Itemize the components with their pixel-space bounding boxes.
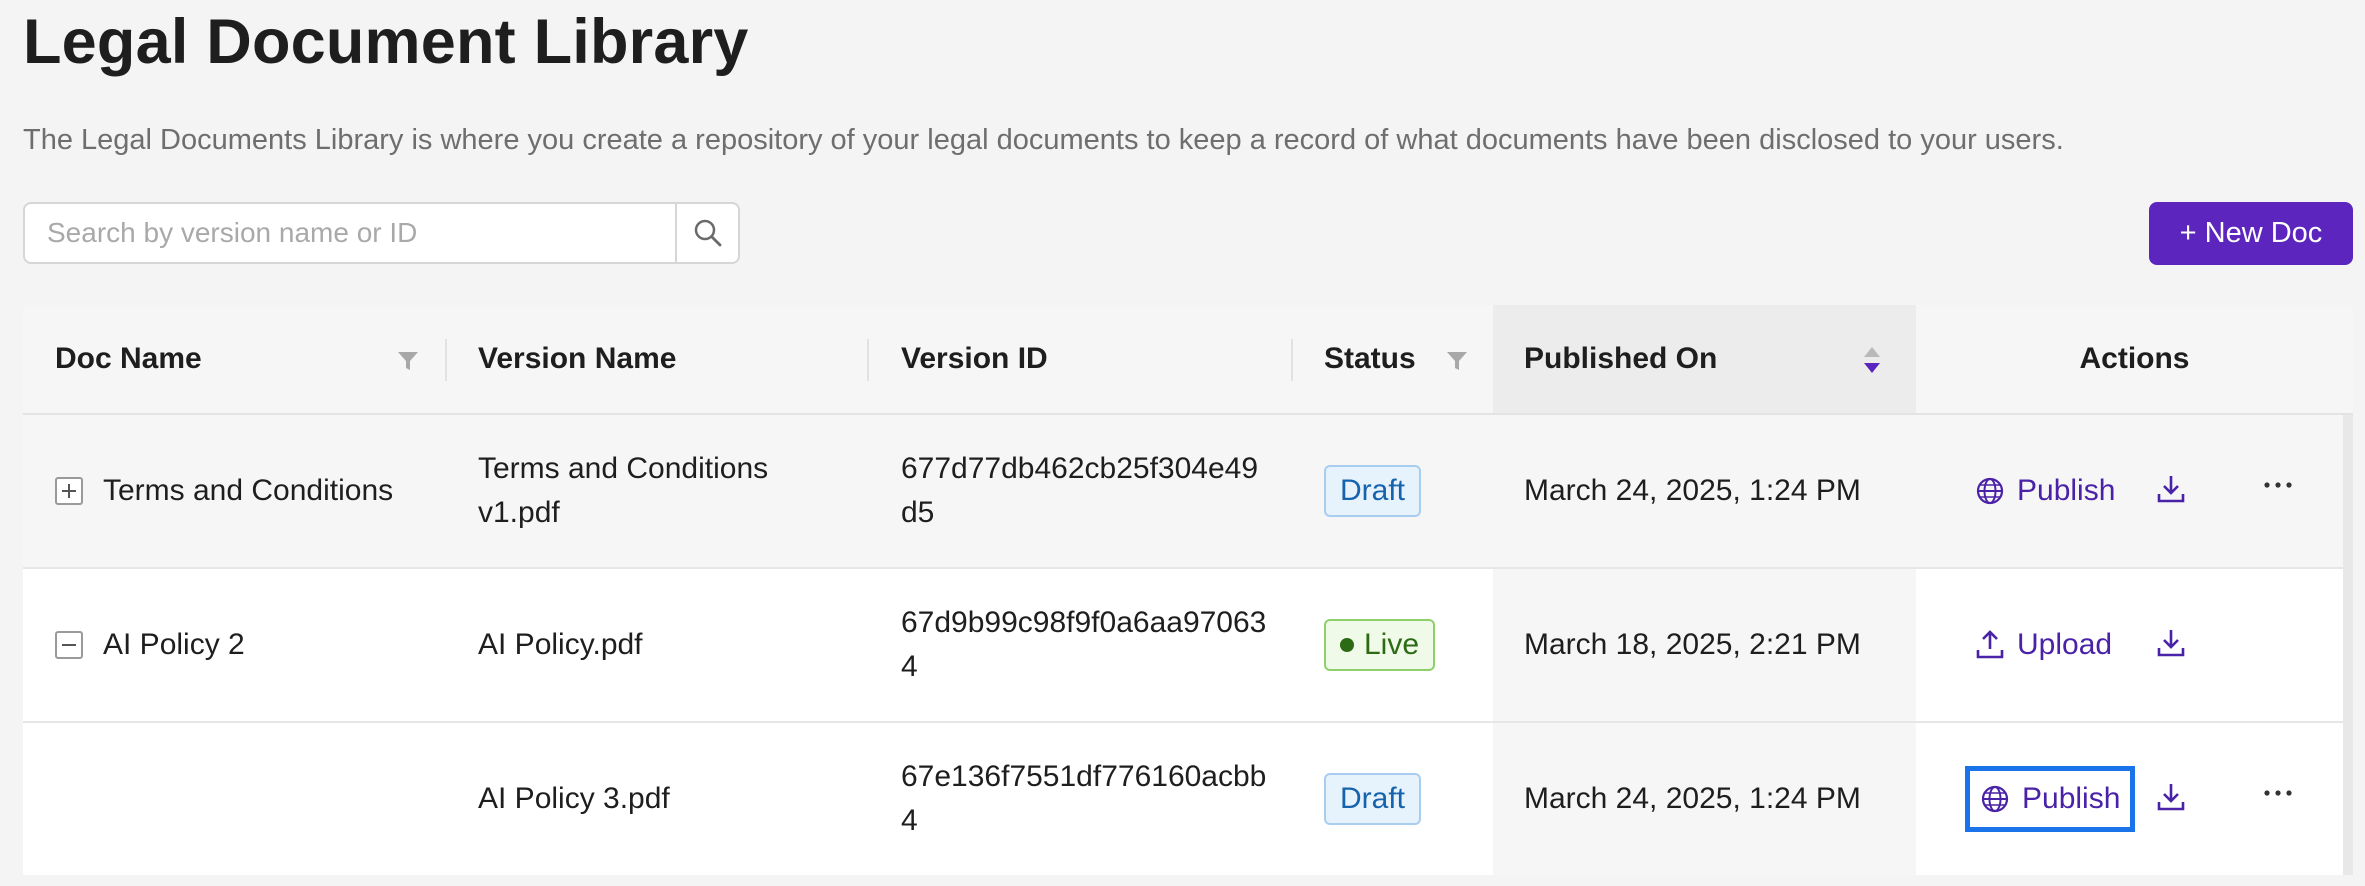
- status-badge: Draft: [1324, 773, 1422, 825]
- more-icon: [2264, 790, 2292, 796]
- column-separator[interactable]: [1291, 339, 1293, 381]
- search-box: [23, 202, 740, 264]
- vertical-scrollbar[interactable]: [2343, 415, 2353, 875]
- col-actions: Actions: [2079, 342, 2190, 375]
- version-id-cont: d5: [901, 496, 935, 529]
- col-version-id: Version ID: [901, 342, 1048, 375]
- version-id: 67e136f7551df776160acbb: [901, 760, 1267, 793]
- version-name-cont: v1.pdf: [478, 496, 560, 529]
- page-title: Legal Document Library: [23, 7, 749, 77]
- doc-name: Terms and Conditions: [103, 474, 394, 507]
- more-button[interactable]: [2263, 789, 2293, 797]
- search-input[interactable]: [25, 204, 675, 262]
- doc-name: AI Policy 2: [103, 628, 245, 661]
- table-row: Terms and Conditions Terms and Condition…: [23, 415, 2343, 569]
- download-icon: [2157, 630, 2185, 657]
- more-button[interactable]: [2263, 481, 2293, 489]
- status-badge: Draft: [1324, 465, 1422, 517]
- sort-icon[interactable]: [1862, 345, 1882, 375]
- status-label: Live: [1364, 628, 1420, 661]
- download-icon: [2157, 784, 2185, 811]
- publish-label: Publish: [2022, 782, 2121, 815]
- publish-button[interactable]: Publish: [1975, 462, 2115, 520]
- filter-icon[interactable]: [397, 350, 419, 372]
- col-version-name: Version Name: [478, 342, 677, 375]
- version-id: 677d77db462cb25f304e49: [901, 452, 1259, 485]
- version-name: AI Policy 3.pdf: [478, 782, 670, 815]
- published-on: March 18, 2025, 2:21 PM: [1524, 628, 1861, 661]
- published-on: March 24, 2025, 1:24 PM: [1524, 782, 1861, 815]
- new-doc-button[interactable]: + New Doc: [2149, 202, 2353, 265]
- page-description: The Legal Documents Library is where you…: [23, 124, 2064, 156]
- download-button[interactable]: [2156, 473, 2186, 505]
- globe-icon: [1981, 785, 2009, 813]
- upload-button[interactable]: Upload: [1975, 616, 2112, 674]
- col-status: Status: [1324, 342, 1416, 375]
- col-published-on: Published On: [1524, 342, 1718, 375]
- minus-icon: [62, 644, 76, 646]
- column-separator[interactable]: [867, 339, 869, 381]
- collapse-button[interactable]: [55, 631, 83, 659]
- version-name: AI Policy.pdf: [478, 628, 643, 661]
- expand-button[interactable]: [55, 477, 83, 505]
- download-button[interactable]: [2156, 781, 2186, 813]
- publish-label: Publish: [2017, 474, 2116, 507]
- table-header: Doc Name Version Name Version ID Status …: [23, 305, 2353, 415]
- download-icon: [2157, 476, 2185, 503]
- download-button[interactable]: [2156, 627, 2186, 659]
- plus-icon: [62, 484, 76, 498]
- filter-icon[interactable]: [1446, 350, 1468, 372]
- table-row: AI Policy 2 AI Policy.pdf 67d9b99c98f9f0…: [23, 569, 2343, 723]
- status-badge: Live: [1324, 619, 1436, 671]
- published-on: March 24, 2025, 1:24 PM: [1524, 474, 1861, 507]
- version-id-cont: 4: [901, 804, 918, 837]
- table-row: AI Policy 3.pdf 67e136f7551df776160acbb …: [23, 723, 2343, 875]
- live-dot: [1340, 638, 1354, 652]
- col-doc-name: Doc Name: [55, 342, 202, 375]
- column-separator[interactable]: [445, 339, 447, 381]
- version-name: Terms and Conditions: [478, 452, 769, 485]
- upload-label: Upload: [2017, 628, 2113, 661]
- publish-button[interactable]: Publish: [1965, 766, 2136, 832]
- more-icon: [2264, 482, 2292, 488]
- search-icon: [694, 219, 721, 247]
- globe-icon: [1976, 477, 2004, 505]
- documents-table: Doc Name Version Name Version ID Status …: [23, 305, 2353, 875]
- version-id: 67d9b99c98f9f0a6aa97063: [901, 606, 1267, 639]
- search-button[interactable]: [675, 204, 738, 262]
- upload-icon: [1976, 630, 2004, 659]
- version-id-cont: 4: [901, 650, 918, 683]
